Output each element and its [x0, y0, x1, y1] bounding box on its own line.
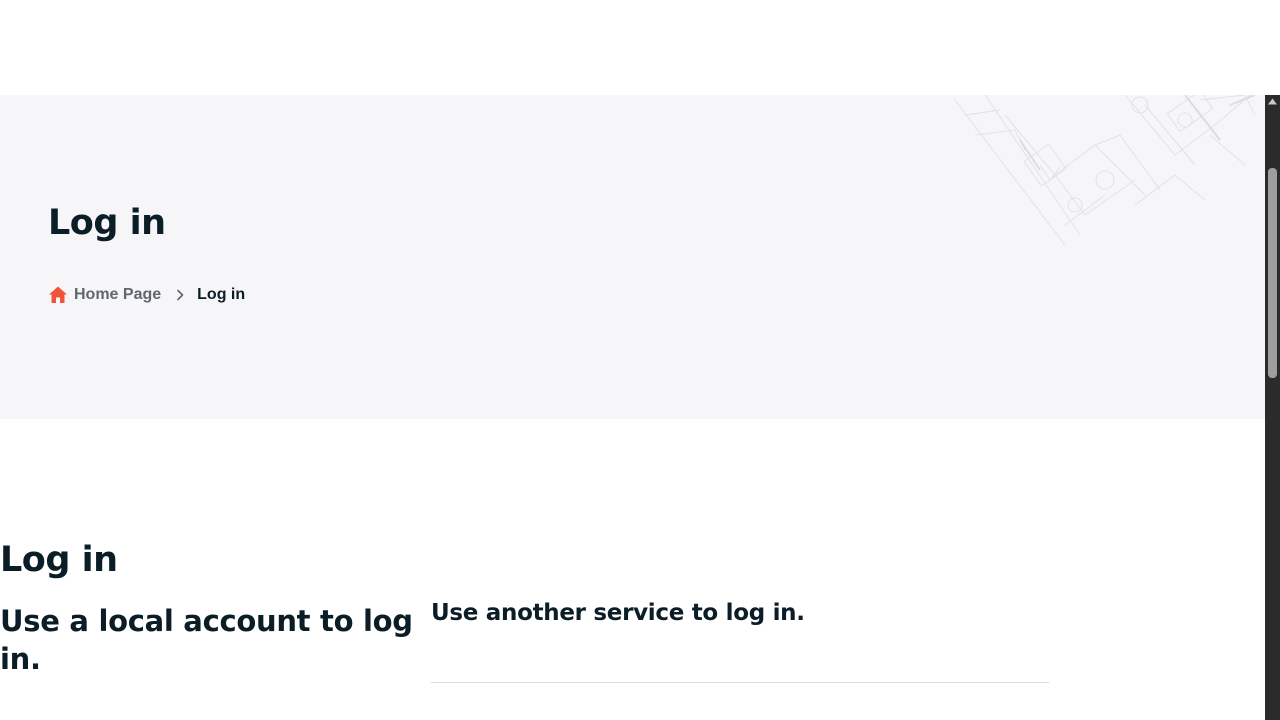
hero-page-title: Log in — [48, 203, 166, 243]
breadcrumb-home-link[interactable]: Home Page — [74, 286, 161, 304]
home-icon — [49, 286, 67, 303]
blueprint-decoration-graphic — [954, 95, 1256, 246]
external-login-heading: Use another service to log in. — [431, 600, 805, 626]
chevron-right-icon — [177, 289, 184, 301]
breadcrumb: Home Page Log in — [48, 283, 245, 307]
local-account-heading: Use a local account to log in. — [0, 604, 413, 676]
page-hero-banner: Log in Home Page Log in — [0, 95, 1265, 419]
breadcrumb-current-page: Log in — [197, 286, 246, 303]
login-page-title: Log in — [0, 540, 118, 580]
external-login-divider — [431, 682, 1049, 683]
page-viewport: Log in Home Page Log in Log in Use a loc… — [0, 0, 1280, 720]
scroll-up-arrow-icon[interactable] — [1265, 95, 1280, 110]
vertical-scrollbar[interactable] — [1265, 95, 1280, 720]
scrollbar-thumb[interactable] — [1268, 168, 1277, 378]
site-header — [0, 0, 1265, 95]
